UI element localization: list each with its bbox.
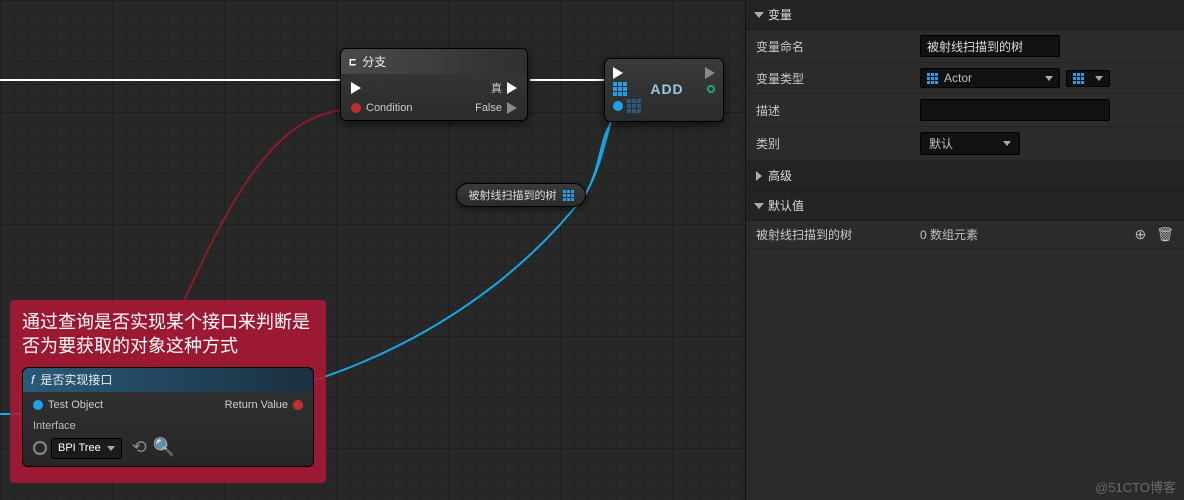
- array-add-node[interactable]: ADD: [604, 58, 724, 122]
- add-item-pin[interactable]: [613, 101, 623, 111]
- branch-icon: ⊏: [349, 55, 356, 69]
- add-output-pin[interactable]: [707, 85, 715, 93]
- interface-selector[interactable]: BPI Tree: [51, 438, 122, 459]
- variable-name-input[interactable]: [920, 35, 1060, 57]
- category-selector[interactable]: 默认: [920, 132, 1020, 155]
- comment-note[interactable]: 通过查询是否实现某个接口来判断是否为要获取的对象这种方式 f 是否实现接口 Te…: [10, 300, 326, 483]
- chevron-down-icon: [1095, 76, 1103, 81]
- chevron-down-icon: [1003, 141, 1011, 146]
- array-container-icon: [1073, 73, 1084, 84]
- chevron-down-icon: [107, 446, 115, 451]
- section-advanced[interactable]: 高级: [746, 161, 1184, 191]
- details-panel: 变量 变量命名 变量类型 Actor 描述: [745, 0, 1184, 500]
- row-default-value: 被射线扫描到的树 0 数组元素 ⊕ 🗑: [746, 221, 1184, 249]
- test-object-pin[interactable]: Test Object: [33, 398, 103, 413]
- function-icon: f: [31, 372, 34, 388]
- expand-icon: [756, 171, 762, 181]
- interface-pin-label: Interface: [33, 419, 303, 434]
- container-type-selector[interactable]: [1066, 70, 1110, 87]
- return-value-pin[interactable]: Return Value: [123, 398, 303, 413]
- array-icon: [563, 190, 574, 201]
- add-label: ADD: [650, 81, 683, 97]
- object-type-icon: [927, 73, 938, 84]
- section-variable[interactable]: 变量: [746, 0, 1184, 30]
- blueprint-graph[interactable]: ⊏ 分支 真 Condition False: [0, 0, 745, 500]
- add-exec-in[interactable]: [613, 67, 623, 79]
- branch-condition-pin[interactable]: Condition: [351, 102, 412, 114]
- browse-icon[interactable]: ⟲: [132, 435, 147, 459]
- watermark: @51CTO博客: [1095, 477, 1176, 496]
- branch-true-pin[interactable]: 真: [381, 80, 517, 96]
- add-exec-out[interactable]: [705, 67, 715, 79]
- chevron-down-icon: [1045, 76, 1053, 81]
- branch-node[interactable]: ⊏ 分支 真 Condition False: [340, 48, 528, 121]
- array-input-b-icon: [627, 99, 641, 113]
- branch-exec-in[interactable]: [351, 82, 361, 94]
- row-variable-type: 变量类型 Actor: [746, 63, 1184, 94]
- does-implement-interface-node[interactable]: f 是否实现接口 Test Object Return Value Interf…: [22, 367, 314, 467]
- array-count-label: 0 数组元素: [920, 226, 978, 243]
- comment-text: 通过查询是否实现某个接口来判断是否为要获取的对象这种方式: [22, 310, 314, 359]
- clear-array-button[interactable]: 🗑: [1156, 226, 1174, 243]
- expand-icon: [754, 203, 764, 209]
- search-icon[interactable]: 🔍: [153, 435, 175, 459]
- variable-get-node[interactable]: 被射线扫描到的树: [456, 183, 586, 207]
- branch-node-header: ⊏ 分支: [341, 49, 527, 74]
- interface-pin[interactable]: [33, 441, 47, 455]
- array-input-a-icon[interactable]: [613, 82, 627, 96]
- expand-icon: [754, 12, 764, 18]
- row-description: 描述: [746, 94, 1184, 127]
- add-element-button[interactable]: ⊕: [1134, 226, 1146, 243]
- interface-node-header: f 是否实现接口: [23, 368, 313, 392]
- description-input[interactable]: [920, 99, 1110, 121]
- section-default-value[interactable]: 默认值: [746, 191, 1184, 221]
- branch-false-pin[interactable]: False: [432, 102, 517, 114]
- branch-title: 分支: [362, 53, 386, 70]
- variable-type-selector[interactable]: Actor: [920, 68, 1060, 88]
- row-category: 类别 默认: [746, 127, 1184, 161]
- row-variable-name: 变量命名: [746, 30, 1184, 63]
